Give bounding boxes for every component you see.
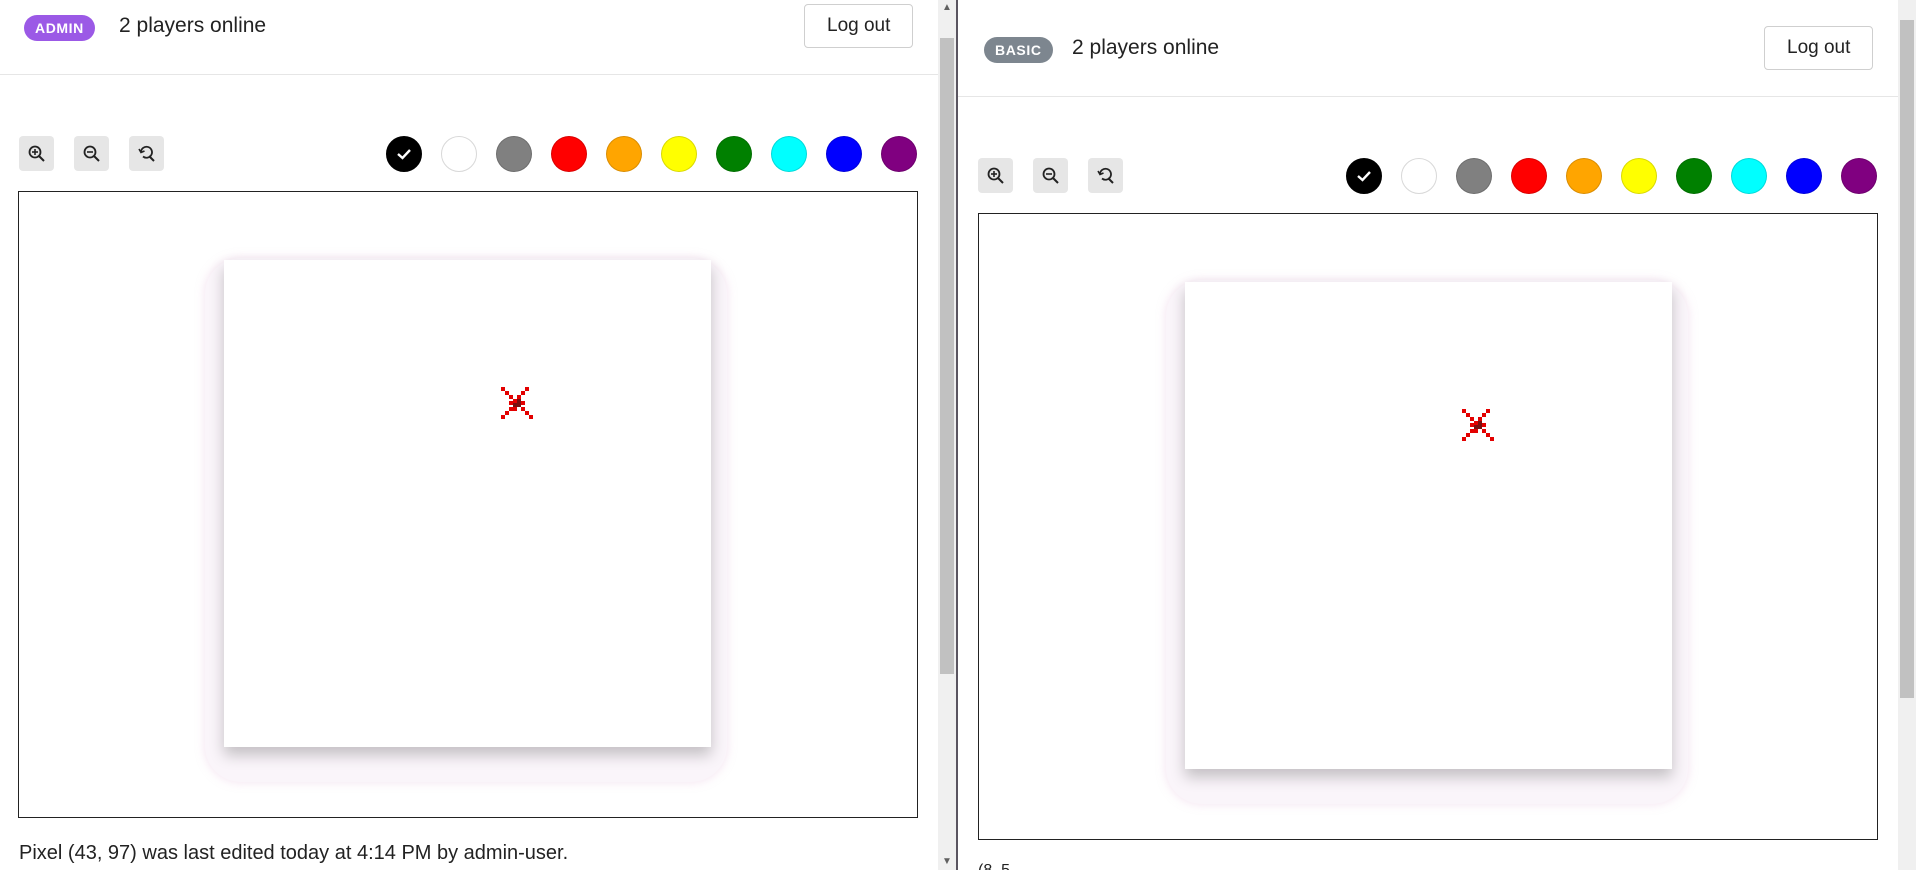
header: BASIC 2 players online Log out <box>958 0 1898 97</box>
color-swatch-black[interactable] <box>386 136 422 172</box>
scroll-up-arrow[interactable]: ▲ <box>938 0 956 16</box>
scrollbar-thumb[interactable] <box>940 38 954 674</box>
logout-button[interactable]: Log out <box>1764 26 1874 70</box>
left-scrollbar[interactable]: ▲ ▼ <box>938 0 956 870</box>
color-swatch-gray[interactable] <box>496 136 532 172</box>
pixel-board[interactable] <box>1185 282 1672 769</box>
pixel-drawing <box>1462 409 1502 449</box>
color-swatch-orange[interactable] <box>606 136 642 172</box>
color-swatch-black[interactable] <box>1346 158 1382 194</box>
admin-window: ADMIN 2 players online Log out Pixel (43… <box>0 0 938 870</box>
color-swatch-gray[interactable] <box>1456 158 1492 194</box>
reset-zoom-button[interactable] <box>129 136 164 171</box>
pixel-board[interactable] <box>224 260 711 747</box>
zoom-out-icon <box>83 145 100 162</box>
pixel-edit-status: Pixel (43, 97) was last edited today at … <box>19 842 569 864</box>
zoom-in-button[interactable] <box>978 158 1013 193</box>
zoom-out-button[interactable] <box>74 136 109 171</box>
color-swatch-yellow[interactable] <box>1621 158 1657 194</box>
players-online-count: 2 players online <box>119 14 267 37</box>
color-swatch-purple[interactable] <box>1841 158 1877 194</box>
color-swatch-blue[interactable] <box>1786 158 1822 194</box>
right-scrollbar[interactable] <box>1898 0 1916 870</box>
header: ADMIN 2 players online Log out <box>0 0 938 75</box>
role-badge: ADMIN <box>24 15 95 41</box>
pixel-edit-status: (8, 5 ... <box>978 862 1028 870</box>
check-icon <box>397 149 411 160</box>
toolbar <box>958 158 1898 198</box>
color-swatch-red[interactable] <box>551 136 587 172</box>
color-swatch-red[interactable] <box>1511 158 1547 194</box>
logout-button[interactable]: Log out <box>804 4 914 48</box>
color-swatch-white[interactable] <box>1401 158 1437 194</box>
scroll-down-arrow[interactable]: ▼ <box>938 854 956 870</box>
color-swatch-green[interactable] <box>716 136 752 172</box>
scrollbar-thumb[interactable] <box>1900 20 1914 698</box>
color-swatch-cyan[interactable] <box>1731 158 1767 194</box>
zoom-in-button[interactable] <box>19 136 54 171</box>
color-swatch-cyan[interactable] <box>771 136 807 172</box>
canvas-viewport[interactable] <box>18 191 918 818</box>
zoom-out-button[interactable] <box>1033 158 1068 193</box>
color-swatch-purple[interactable] <box>881 136 917 172</box>
color-swatch-orange[interactable] <box>1566 158 1602 194</box>
color-swatch-yellow[interactable] <box>661 136 697 172</box>
pixel-drawing <box>501 387 541 427</box>
players-online-count: 2 players online <box>1072 36 1220 59</box>
reset-zoom-button[interactable] <box>1088 158 1123 193</box>
toolbar <box>0 136 938 176</box>
zoom-in-icon <box>987 167 1004 184</box>
color-swatch-green[interactable] <box>1676 158 1712 194</box>
zoom-in-icon <box>28 145 45 162</box>
color-swatch-white[interactable] <box>441 136 477 172</box>
color-swatch-blue[interactable] <box>826 136 862 172</box>
reset-zoom-icon <box>137 145 155 162</box>
canvas-viewport[interactable] <box>978 213 1878 840</box>
zoom-out-icon <box>1042 167 1059 184</box>
basic-window: BASIC 2 players online Log out <box>958 0 1898 870</box>
check-icon <box>1357 171 1371 182</box>
reset-zoom-icon <box>1096 167 1114 184</box>
role-badge: BASIC <box>984 37 1053 63</box>
